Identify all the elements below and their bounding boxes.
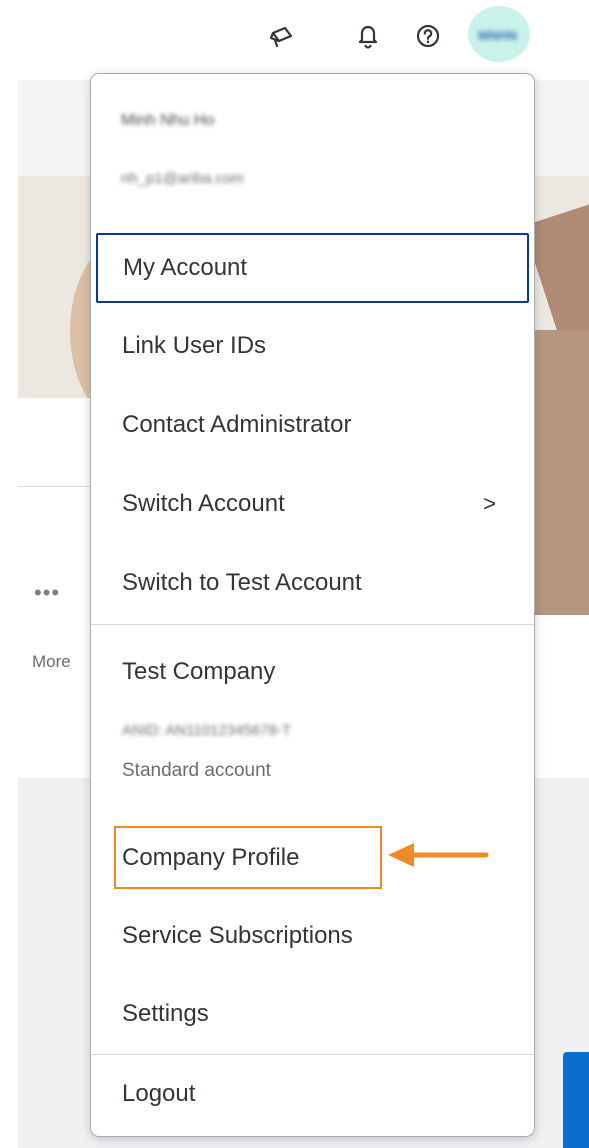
- bell-icon[interactable]: [354, 22, 382, 50]
- menu-item-label: Switch Account: [122, 490, 285, 517]
- menu-item-my-account[interactable]: My Account: [96, 233, 529, 303]
- menu-item-label: Switch to Test Account: [122, 569, 362, 596]
- menu-item-service-subscriptions[interactable]: Service Subscriptions: [91, 897, 534, 975]
- feedback-tab[interactable]: [563, 1052, 589, 1148]
- menu-item-contact-administrator[interactable]: Contact Administrator: [91, 386, 534, 464]
- user-email: nh_p1@ariba.com: [121, 170, 244, 187]
- menu-item-label: My Account: [123, 254, 248, 281]
- menu-item-label: Logout: [122, 1080, 196, 1107]
- help-icon[interactable]: [414, 22, 442, 50]
- company-name: Test Company: [122, 658, 276, 685]
- background-divider: [18, 486, 93, 487]
- menu-divider: [91, 624, 534, 625]
- avatar-initials: MNHN: [478, 28, 517, 43]
- menu-item-label: Service Subscriptions: [122, 922, 353, 949]
- menu-item-label: Company Profile: [122, 844, 300, 871]
- user-name: Minh Nhu Ho: [121, 112, 215, 129]
- menu-item-switch-account[interactable]: Switch Account >: [91, 465, 534, 543]
- more-dots-icon[interactable]: •••: [34, 582, 60, 604]
- more-label[interactable]: More: [32, 652, 71, 672]
- menu-item-switch-to-test-account[interactable]: Switch to Test Account: [91, 544, 534, 622]
- menu-item-logout[interactable]: Logout: [91, 1055, 534, 1133]
- account-type-label: Standard account: [122, 760, 271, 781]
- megaphone-icon[interactable]: [268, 22, 296, 50]
- menu-item-label: Contact Administrator: [122, 411, 352, 438]
- menu-item-link-user-ids[interactable]: Link User IDs: [91, 307, 534, 385]
- page: MNHN ••• More Minh Nhu Ho nh_p1@ariba.co…: [0, 0, 589, 1148]
- background-image-edge: [535, 330, 589, 615]
- user-menu-dropdown: Minh Nhu Ho nh_p1@ariba.com My Account L…: [90, 73, 535, 1137]
- menu-item-settings[interactable]: Settings: [91, 975, 534, 1053]
- menu-item-label: Link User IDs: [122, 332, 267, 359]
- annotation-arrow-icon: [388, 843, 489, 867]
- company-id: ANID: AN11012345678-T: [122, 722, 291, 739]
- menu-item-label: Settings: [122, 1000, 209, 1027]
- chevron-right-icon: >: [483, 491, 496, 516]
